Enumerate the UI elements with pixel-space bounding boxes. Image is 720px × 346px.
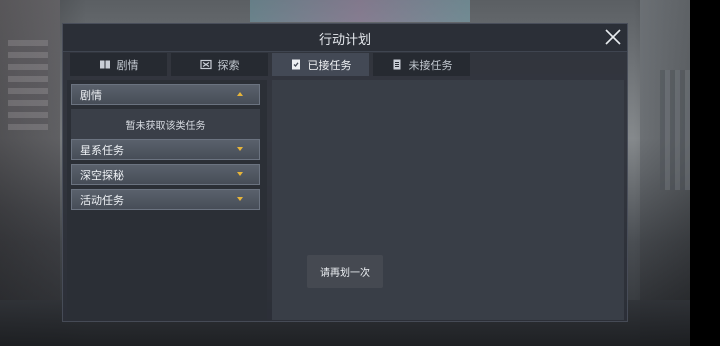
panel-titlebar: 行动计划 <box>63 24 627 52</box>
category-galaxy-tasks[interactable]: 星系任务 <box>71 139 260 160</box>
category-deep-space[interactable]: 深空探秘 <box>71 164 260 185</box>
category-deep-space-label: 深空探秘 <box>80 168 124 182</box>
task-category-list: 剧情 暂未获取该类任务 星系任务 深空探秘 活动任务 <box>67 80 267 320</box>
tab-explore[interactable]: 探索 <box>171 53 268 76</box>
tab-accepted-tasks[interactable]: 已接任务 <box>272 53 369 76</box>
category-galaxy-tasks-label: 星系任务 <box>80 143 124 157</box>
background-window-left <box>8 40 48 130</box>
panel-title: 行动计划 <box>318 33 371 48</box>
screen-edge-bar <box>690 0 720 346</box>
accepted-task-icon <box>290 59 302 70</box>
tab-story[interactable]: 剧情 <box>70 53 167 76</box>
category-event-tasks[interactable]: 活动任务 <box>71 189 260 210</box>
category-event-tasks-label: 活动任务 <box>80 193 124 207</box>
clipboard-icon <box>391 59 403 70</box>
chevron-down-icon <box>237 172 243 176</box>
close-icon <box>605 29 621 45</box>
toast-message: 请再划一次 <box>307 255 383 288</box>
explore-icon <box>199 59 212 70</box>
tab-unaccepted-tasks-label: 未接任务 <box>408 58 453 72</box>
tab-story-label: 剧情 <box>116 58 139 72</box>
book-icon <box>99 59 111 70</box>
tab-unaccepted-tasks[interactable]: 未接任务 <box>373 53 470 76</box>
empty-task-message: 暂未获取该类任务 <box>71 109 260 139</box>
chevron-down-icon <box>237 147 243 151</box>
category-story[interactable]: 剧情 <box>71 84 260 105</box>
chevron-up-icon <box>237 92 243 96</box>
chevron-down-icon <box>237 197 243 201</box>
category-story-label: 剧情 <box>80 88 102 102</box>
close-button[interactable] <box>603 27 623 47</box>
tab-bar: 剧情 探索 已接任务 未接任务 <box>70 53 474 76</box>
background-neon-sign <box>250 0 470 22</box>
tab-explore-label: 探索 <box>217 58 240 72</box>
tab-accepted-tasks-label: 已接任务 <box>307 58 352 72</box>
